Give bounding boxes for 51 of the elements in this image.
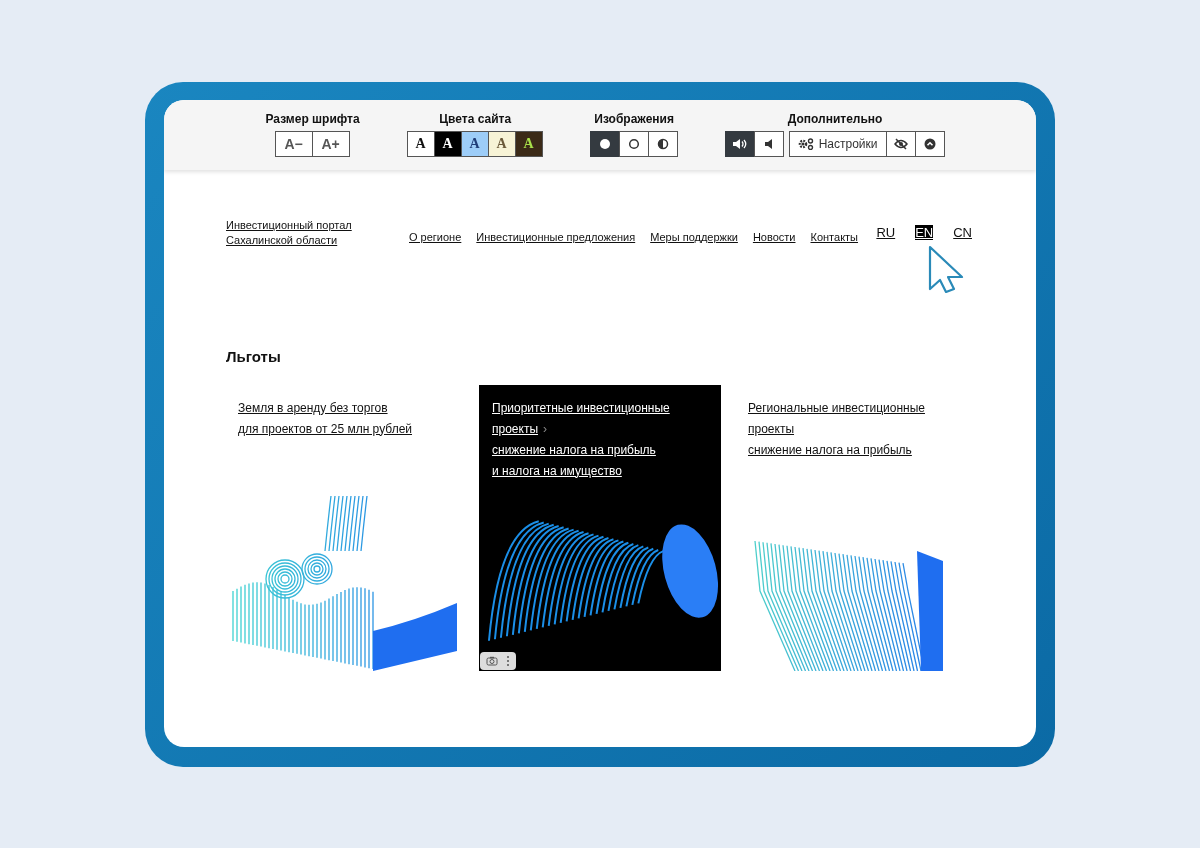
- nav-link[interactable]: Контакты: [810, 230, 858, 243]
- speaker-icon: [763, 138, 774, 150]
- sound-button[interactable]: [724, 131, 755, 157]
- cursor-arrow-icon: [928, 245, 965, 293]
- benefit-card[interactable]: Приоритетные инвестиционные проекты › снижение налога на прибыль и налога на имущество: [479, 384, 721, 671]
- speaker-loud-icon: [731, 138, 748, 150]
- sound-button[interactable]: [753, 131, 784, 157]
- group-title: Цвета сайта: [439, 112, 512, 126]
- more-icon[interactable]: [506, 654, 510, 667]
- card-title-link[interactable]: Региональные инвестиционные: [748, 397, 925, 419]
- card-title-link[interactable]: Земля в аренду без торгов: [238, 397, 388, 419]
- hide-panel-button[interactable]: [885, 131, 916, 157]
- language-link[interactable]: CN: [953, 225, 972, 240]
- language-link[interactable]: RU: [876, 225, 896, 240]
- chevron-text: ›: [543, 420, 548, 438]
- nav-link[interactable]: Новости: [752, 230, 796, 243]
- image-mode-button[interactable]: [647, 131, 678, 157]
- gears-icon: [797, 138, 814, 150]
- color-scheme-button[interactable]: A: [460, 131, 489, 157]
- site-logo-link[interactable]: Инвестиционный портал Сахалинской области: [226, 217, 409, 248]
- nav-link[interactable]: Инвестиционные предложения: [476, 230, 636, 243]
- color-scheme-button[interactable]: A: [487, 131, 516, 157]
- card-title-link[interactable]: проекты: [748, 418, 795, 440]
- color-scheme-button[interactable]: A: [514, 131, 543, 157]
- chevron-up-circle-icon: [923, 138, 936, 150]
- color-scheme-button[interactable]: A: [433, 131, 462, 157]
- group-title: Размер шрифта: [265, 112, 360, 126]
- group-title: Изображения: [594, 112, 674, 126]
- ring-icon: [627, 138, 640, 150]
- card-description-link[interactable]: и налога на имущество: [492, 460, 708, 482]
- card-description-link[interactable]: снижение налога на прибыль: [748, 439, 962, 461]
- font-size-button[interactable]: A+: [311, 131, 350, 157]
- nav-link[interactable]: Меры поддержки: [650, 230, 738, 243]
- language-link[interactable]: EN: [915, 225, 934, 240]
- color-scheme-button[interactable]: A: [406, 131, 435, 157]
- section-title: Льготы: [226, 347, 282, 366]
- half-circle-icon: [656, 138, 669, 150]
- settings-button[interactable]: Настройки: [788, 131, 887, 157]
- camera-icon[interactable]: [486, 655, 498, 666]
- scroll-up-button[interactable]: [914, 131, 945, 157]
- image-mode-button[interactable]: [618, 131, 649, 157]
- card-description-link[interactable]: для проектов от 25 млн рублей: [238, 418, 452, 440]
- card-title-link[interactable]: Приоритетные инвестиционные: [492, 397, 670, 419]
- filled-circle-icon: [598, 138, 611, 150]
- image-mode-button[interactable]: [589, 131, 620, 157]
- nav-link[interactable]: О регионе: [409, 230, 462, 243]
- eye-crossed-icon: [893, 138, 908, 150]
- font-size-button[interactable]: A−: [274, 131, 313, 157]
- group-title: Дополнительно: [787, 112, 883, 126]
- card-title-link[interactable]: проекты: [492, 418, 539, 440]
- card-description-link[interactable]: снижение налога на прибыль: [492, 439, 708, 461]
